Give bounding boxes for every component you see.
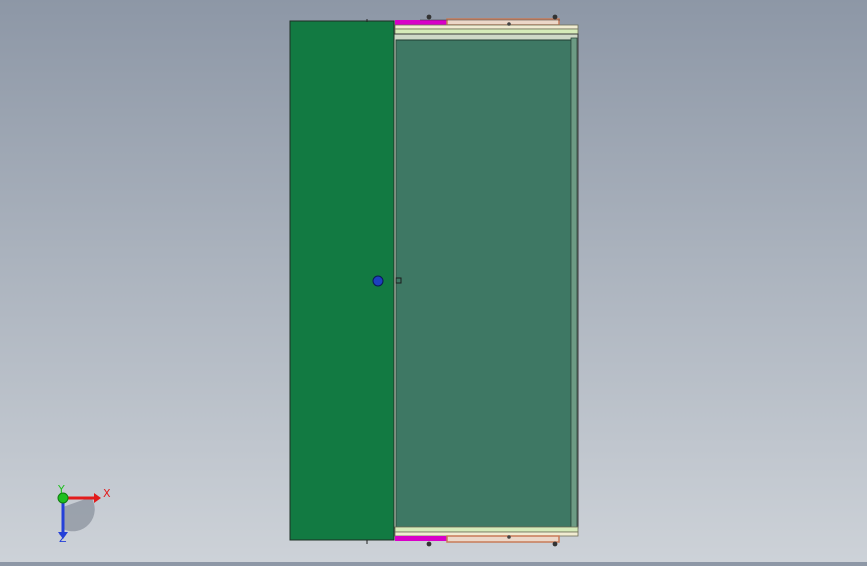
z-axis-label: Z bbox=[59, 532, 67, 545]
bottom-bolt-mid bbox=[507, 535, 511, 539]
top-bolt-left bbox=[426, 14, 432, 20]
cad-graphics-viewport[interactable]: X Y Z bbox=[0, 0, 867, 562]
bottom-rail-assembly[interactable] bbox=[394, 526, 579, 547]
top-frame-lip bbox=[394, 28, 579, 35]
coordinate-triad-icon: X Y Z bbox=[57, 484, 111, 545]
x-axis-arrow bbox=[94, 493, 101, 503]
bottom-bolt-left bbox=[426, 541, 432, 547]
bottom-magenta-rail bbox=[395, 536, 447, 541]
top-bolt-right bbox=[552, 14, 558, 20]
triad-shadow bbox=[63, 497, 95, 532]
top-magenta-rail bbox=[395, 20, 447, 25]
origin-point-icon[interactable] bbox=[372, 275, 384, 287]
top-bolt-mid bbox=[507, 22, 511, 26]
right-panel-face bbox=[395, 39, 572, 528]
y-axis-label: Y bbox=[57, 484, 65, 496]
bottom-copper-rail bbox=[446, 535, 560, 543]
top-rail-assembly[interactable] bbox=[394, 14, 579, 35]
bottom-frame-lip bbox=[394, 526, 579, 533]
x-axis-label: X bbox=[103, 487, 111, 500]
top-frame-strip bbox=[394, 24, 579, 30]
model-canvas[interactable] bbox=[0, 0, 867, 562]
right-panel-side-edge bbox=[570, 37, 578, 529]
bottom-bolt-right bbox=[552, 541, 558, 547]
right-panel-assembly[interactable] bbox=[393, 33, 579, 529]
